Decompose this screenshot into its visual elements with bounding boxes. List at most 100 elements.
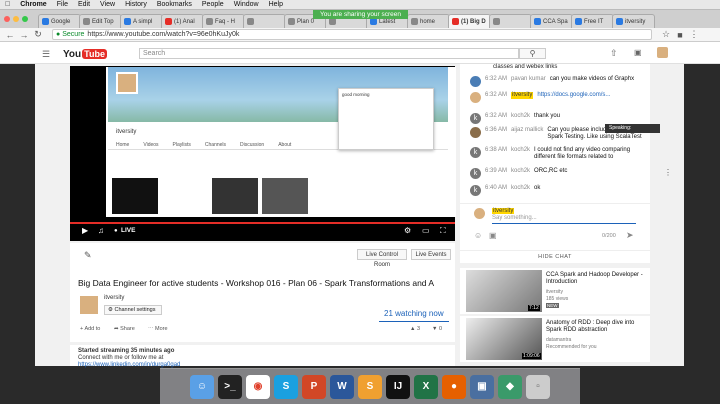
zoom-window-icon[interactable]	[22, 16, 28, 22]
chat-time: 6:32 AM	[485, 113, 508, 119]
word-icon[interactable]: W	[330, 374, 354, 399]
youtube-logo[interactable]: You Tube	[63, 48, 107, 60]
tab-label: (1) Big D	[461, 18, 486, 25]
video-thumbnail	[112, 178, 158, 214]
excel-icon[interactable]: X	[414, 374, 438, 399]
add-to-button[interactable]: + Add to	[80, 326, 100, 332]
chat-author[interactable]: koch2k	[511, 113, 530, 120]
hide-chat-button[interactable]: HIDE CHAT	[460, 250, 650, 262]
chat-author-owner[interactable]: itversity	[511, 92, 534, 99]
gear-icon: ⚙	[108, 307, 113, 313]
tab-cca-spark[interactable]: CCA Spa	[530, 14, 573, 28]
chat-time: 6:39 AM	[485, 168, 508, 174]
chat-avatar	[470, 92, 481, 103]
chat-link[interactable]: https://docs.google.com/s...	[537, 92, 610, 99]
tab-free-it[interactable]: Free IT	[571, 14, 614, 28]
menu-edit[interactable]: Edit	[73, 1, 95, 8]
chat-author[interactable]: pavan kumar	[511, 76, 546, 83]
menu-bookmarks[interactable]: Bookmarks	[152, 1, 197, 8]
tab-home[interactable]: home	[407, 14, 450, 28]
emoji-icon[interactable]: ☺	[474, 231, 482, 240]
sublime-icon[interactable]: S	[358, 374, 382, 399]
recommendation-title[interactable]: CCA Spark and Hadoop Developer - Introdu…	[546, 272, 646, 286]
back-icon[interactable]: ←	[4, 29, 16, 41]
dislike-button[interactable]: ▼ 0	[432, 326, 442, 332]
edit-pencil-icon[interactable]: ✎	[84, 250, 92, 261]
tab-blank-1[interactable]	[243, 14, 286, 28]
fullscreen-icon[interactable]: ⛶	[440, 226, 446, 236]
trash-icon[interactable]: ▫	[526, 374, 550, 399]
menu-file[interactable]: File	[52, 1, 73, 8]
page-icon	[329, 18, 336, 25]
forward-icon[interactable]: →	[18, 29, 30, 41]
tab-label: (1) Anal	[174, 18, 195, 25]
tab-github[interactable]	[489, 14, 532, 28]
live-events-button[interactable]: Live Events	[411, 249, 451, 260]
search-input[interactable]: Search	[139, 48, 519, 59]
tab-analytics[interactable]: (1) Anal	[161, 14, 204, 28]
more-button[interactable]: ⋯ More	[148, 326, 168, 332]
preview-icon[interactable]: ▣	[470, 374, 494, 399]
minimize-window-icon[interactable]	[13, 16, 19, 22]
chat-time: 6:38 AM	[485, 147, 508, 153]
play-icon[interactable]: ▶	[82, 226, 88, 235]
chrome-icon[interactable]: ◉	[246, 374, 270, 399]
terminal-icon[interactable]: >_	[218, 374, 242, 399]
star-icon[interactable]: ☆	[660, 29, 672, 41]
avatar[interactable]	[657, 47, 668, 58]
search-button[interactable]: ⚲	[519, 48, 546, 59]
menu-people[interactable]: People	[197, 1, 229, 8]
menu-help[interactable]: Help	[264, 1, 288, 8]
message-menu-icon[interactable]: ⋮	[664, 168, 672, 177]
tab-faq[interactable]: Faq - H	[202, 14, 245, 28]
skype-icon[interactable]: S	[274, 374, 298, 399]
reload-icon[interactable]: ↻	[32, 29, 44, 41]
menu-icon[interactable]: ⋮	[688, 29, 700, 41]
youtube-icon	[452, 18, 459, 25]
new-badge: NEW	[546, 303, 559, 308]
chat-author[interactable]: aijaz mallick	[511, 127, 543, 134]
channel-name[interactable]: itversity	[104, 295, 124, 301]
currency-icon[interactable]: ▣	[489, 231, 497, 240]
chat-avatar: k	[470, 185, 481, 196]
menu-history[interactable]: History	[120, 1, 152, 8]
channel-settings-button[interactable]: ⚙ Channel settings	[104, 305, 162, 315]
finder-icon[interactable]: ☺	[190, 374, 214, 399]
chat-author[interactable]: koch2k	[511, 185, 530, 192]
tab-label: home	[420, 18, 436, 25]
send-icon[interactable]: ➤	[626, 230, 634, 241]
notifications-icon[interactable]: ▣	[634, 48, 642, 57]
apple-icon[interactable]: 	[0, 1, 15, 8]
tab-big-data[interactable]: (1) Big D	[448, 14, 491, 28]
chat-text: can you make videos of Graphx	[549, 76, 635, 82]
tab-itversity[interactable]: itversity	[612, 14, 655, 28]
page-icon	[411, 18, 418, 25]
chat-input[interactable]: Say something...	[492, 215, 636, 224]
tab-edit-topic[interactable]: Edit Top	[79, 14, 122, 28]
extension-icon[interactable]: ■	[674, 29, 686, 41]
channel-thumb[interactable]	[80, 296, 98, 314]
like-button[interactable]: ▲ 3	[410, 326, 420, 332]
volume-icon[interactable]: ♫	[98, 226, 104, 235]
tab-google[interactable]: Google	[38, 14, 81, 28]
close-window-icon[interactable]	[4, 16, 10, 22]
address-bar[interactable]: ● Secure https://www.youtube.com/watch?v…	[52, 29, 652, 40]
recommendation-title[interactable]: Anatomy of RDD : Deep dive into Spark RD…	[546, 320, 646, 334]
firefox-icon[interactable]: ●	[442, 374, 466, 399]
menu-app-name[interactable]: Chrome	[15, 1, 51, 8]
settings-icon[interactable]: ⚙	[404, 226, 411, 235]
theater-icon[interactable]: ▭	[422, 226, 430, 235]
intellij-icon[interactable]: IJ	[386, 374, 410, 399]
upload-icon[interactable]: ⇧	[610, 48, 618, 59]
hamburger-icon[interactable]: ☰	[42, 49, 50, 60]
powerpoint-icon[interactable]: P	[302, 374, 326, 399]
live-control-room-button[interactable]: Live Control Room	[357, 249, 407, 268]
menu-view[interactable]: View	[95, 1, 120, 8]
tab-a-simple[interactable]: A simpl	[120, 14, 163, 28]
share-button[interactable]: ➦ Share	[114, 326, 135, 332]
app-icon[interactable]: ◆	[498, 374, 522, 399]
chat-author[interactable]: koch2k	[511, 168, 530, 175]
chat-avatar	[470, 76, 481, 87]
menu-window[interactable]: Window	[229, 1, 264, 8]
chat-author[interactable]: koch2k	[511, 147, 530, 154]
